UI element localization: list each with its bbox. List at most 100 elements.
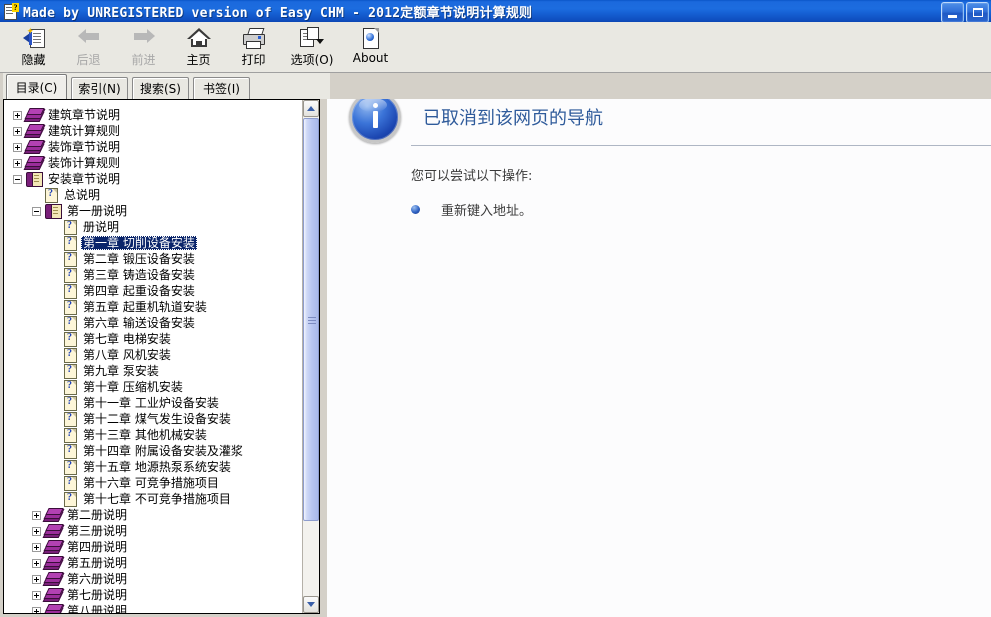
print-button[interactable]: 打印 xyxy=(226,22,281,70)
book-closed-icon xyxy=(42,572,65,586)
contents-pane: 建筑章节说明 建筑计算规则 装饰章节说明 装饰计算规则 安装章节说明? 总说明 第一册说明?… xyxy=(3,99,320,614)
tree-node-label: 第一册说明 xyxy=(67,204,128,218)
book-open-icon xyxy=(26,172,43,187)
about-button[interactable]: About xyxy=(343,22,398,70)
book-closed-icon xyxy=(42,524,65,538)
expand-toggle-icon[interactable] xyxy=(13,158,22,168)
options-button[interactable]: 选项(O) xyxy=(281,22,343,70)
tree-node[interactable]: ? 第十七章 不可竞争措施项目 xyxy=(4,491,302,507)
tree-node[interactable]: 第五册说明 xyxy=(4,555,302,571)
tree-node-label: 第十章 压缩机安装 xyxy=(83,380,183,394)
tree-node[interactable]: ? 第十章 压缩机安装 xyxy=(4,379,302,395)
tree-node[interactable]: ? 第五章 起重机轨道安装 xyxy=(4,299,302,315)
expand-toggle-icon[interactable] xyxy=(32,590,41,600)
expand-toggle-icon[interactable] xyxy=(32,542,41,552)
page-icon: ? xyxy=(64,364,77,379)
tree-node[interactable]: ? 第三章 铸造设备安装 xyxy=(4,267,302,283)
collapse-toggle-icon[interactable] xyxy=(13,174,22,184)
tree-node-label: 第四册说明 xyxy=(67,540,128,554)
expand-toggle-icon[interactable] xyxy=(32,558,41,568)
tree-node[interactable]: 第二册说明 xyxy=(4,507,302,523)
tree-node[interactable]: 装饰计算规则 xyxy=(4,155,302,171)
page-icon: ? xyxy=(64,492,77,507)
printer-icon xyxy=(242,25,266,50)
tab-index[interactable]: 索引(N) xyxy=(71,77,128,99)
tree-node-label: 第六章 输送设备安装 xyxy=(83,316,195,330)
contents-tree[interactable]: 建筑章节说明 建筑计算规则 装饰章节说明 装饰计算规则 安装章节说明? 总说明 第一册说明?… xyxy=(4,100,302,613)
tree-vertical-scrollbar[interactable] xyxy=(302,100,319,613)
book-closed-icon xyxy=(42,604,65,613)
tree-node-label: 册说明 xyxy=(83,220,120,234)
tree-node[interactable]: ? 总说明 xyxy=(4,187,302,203)
page-icon: ? xyxy=(64,428,77,443)
expand-toggle-icon[interactable] xyxy=(13,126,22,136)
tree-node[interactable]: ? 第十二章 煤气发生设备安装 xyxy=(4,411,302,427)
minimize-button[interactable] xyxy=(941,2,964,23)
hide-button[interactable]: ✦ 隐藏 xyxy=(6,22,61,70)
tree-node[interactable]: ? 第十四章 附属设备安装及灌浆 xyxy=(4,443,302,459)
options-button-label: 选项(O) xyxy=(290,53,334,67)
expand-toggle-icon[interactable] xyxy=(13,110,22,120)
tab-bookmark[interactable]: 书签(I) xyxy=(193,77,250,99)
book-open-icon xyxy=(45,204,62,219)
about-button-label: About xyxy=(352,51,389,65)
tree-node-label: 第十三章 其他机械安装 xyxy=(83,428,207,442)
tree-node[interactable]: 第四册说明 xyxy=(4,539,302,555)
tree-node[interactable]: 第七册说明 xyxy=(4,587,302,603)
tree-node[interactable]: ? 第八章 风机安装 xyxy=(4,347,302,363)
book-closed-icon xyxy=(42,540,65,554)
maximize-button[interactable] xyxy=(966,2,989,23)
tree-node[interactable]: 第三册说明 xyxy=(4,523,302,539)
collapse-toggle-icon[interactable] xyxy=(32,206,41,216)
tree-node[interactable]: ? 第十一章 工业炉设备安装 xyxy=(4,395,302,411)
tree-node-label: 第七册说明 xyxy=(67,588,128,602)
tree-node[interactable]: ? 第七章 电梯安装 xyxy=(4,331,302,347)
book-closed-icon xyxy=(23,124,46,138)
tree-node[interactable]: ? 第十五章 地源热泵系统安装 xyxy=(4,459,302,475)
tree-node[interactable]: 第一册说明 xyxy=(4,203,302,219)
tab-contents[interactable]: 目录(C) xyxy=(6,74,67,99)
scroll-up-arrow[interactable] xyxy=(303,100,319,117)
page-icon: ? xyxy=(64,236,77,251)
tree-node[interactable]: 建筑章节说明 xyxy=(4,107,302,123)
page-icon: ? xyxy=(64,380,77,395)
pane-splitter[interactable] xyxy=(320,99,327,617)
tree-node[interactable]: ? 册说明 xyxy=(4,219,302,235)
tree-node[interactable]: ? 第十六章 可竞争措施项目 xyxy=(4,475,302,491)
tab-search[interactable]: 搜索(S) xyxy=(132,77,189,99)
page-icon: ? xyxy=(64,332,77,347)
suggestion-text: 重新键入地址。 xyxy=(441,204,533,219)
tree-node-label: 第八册说明 xyxy=(67,604,128,613)
tree-node[interactable]: ? 第十三章 其他机械安装 xyxy=(4,427,302,443)
back-button[interactable]: 后退 xyxy=(61,22,116,70)
tree-node-label: 第六册说明 xyxy=(67,572,128,586)
forward-button[interactable]: 前进 xyxy=(116,22,171,70)
tree-node[interactable]: ? 第四章 起重设备安装 xyxy=(4,283,302,299)
tree-node[interactable]: ? 第六章 输送设备安装 xyxy=(4,315,302,331)
expand-toggle-icon[interactable] xyxy=(32,574,41,584)
expand-toggle-icon[interactable] xyxy=(32,510,41,520)
page-icon: ? xyxy=(64,476,77,491)
tree-node[interactable]: 第八册说明 xyxy=(4,603,302,613)
tree-node[interactable]: ? 第二章 锻压设备安装 xyxy=(4,251,302,267)
tree-node-label: 第十一章 工业炉设备安装 xyxy=(83,396,219,410)
scrollbar-thumb[interactable] xyxy=(303,118,319,521)
scroll-down-arrow[interactable] xyxy=(303,596,319,613)
expand-toggle-icon[interactable] xyxy=(13,142,22,152)
expand-toggle-icon[interactable] xyxy=(32,526,41,536)
home-button[interactable]: 主页 xyxy=(171,22,226,70)
expand-toggle-icon[interactable] xyxy=(32,606,41,613)
tree-node-label: 第十五章 地源热泵系统安装 xyxy=(83,460,231,474)
tree-node[interactable]: ? 第九章 泵安装 xyxy=(4,363,302,379)
navigation-tabs: 目录(C) 索引(N) 搜索(S) 书签(I) xyxy=(0,73,330,99)
page-icon: ? xyxy=(64,284,77,299)
maximize-icon xyxy=(972,8,983,17)
forward-button-label: 前进 xyxy=(131,53,156,67)
tree-node-label: 第十二章 煤气发生设备安装 xyxy=(83,412,231,426)
tree-node[interactable]: 第六册说明 xyxy=(4,571,302,587)
tree-node[interactable]: ? 第一章 切削设备安装 xyxy=(4,235,302,251)
tree-node[interactable]: 建筑计算规则 xyxy=(4,123,302,139)
tree-node[interactable]: 安装章节说明 xyxy=(4,171,302,187)
tree-node[interactable]: 装饰章节说明 xyxy=(4,139,302,155)
options-icon xyxy=(299,25,325,50)
